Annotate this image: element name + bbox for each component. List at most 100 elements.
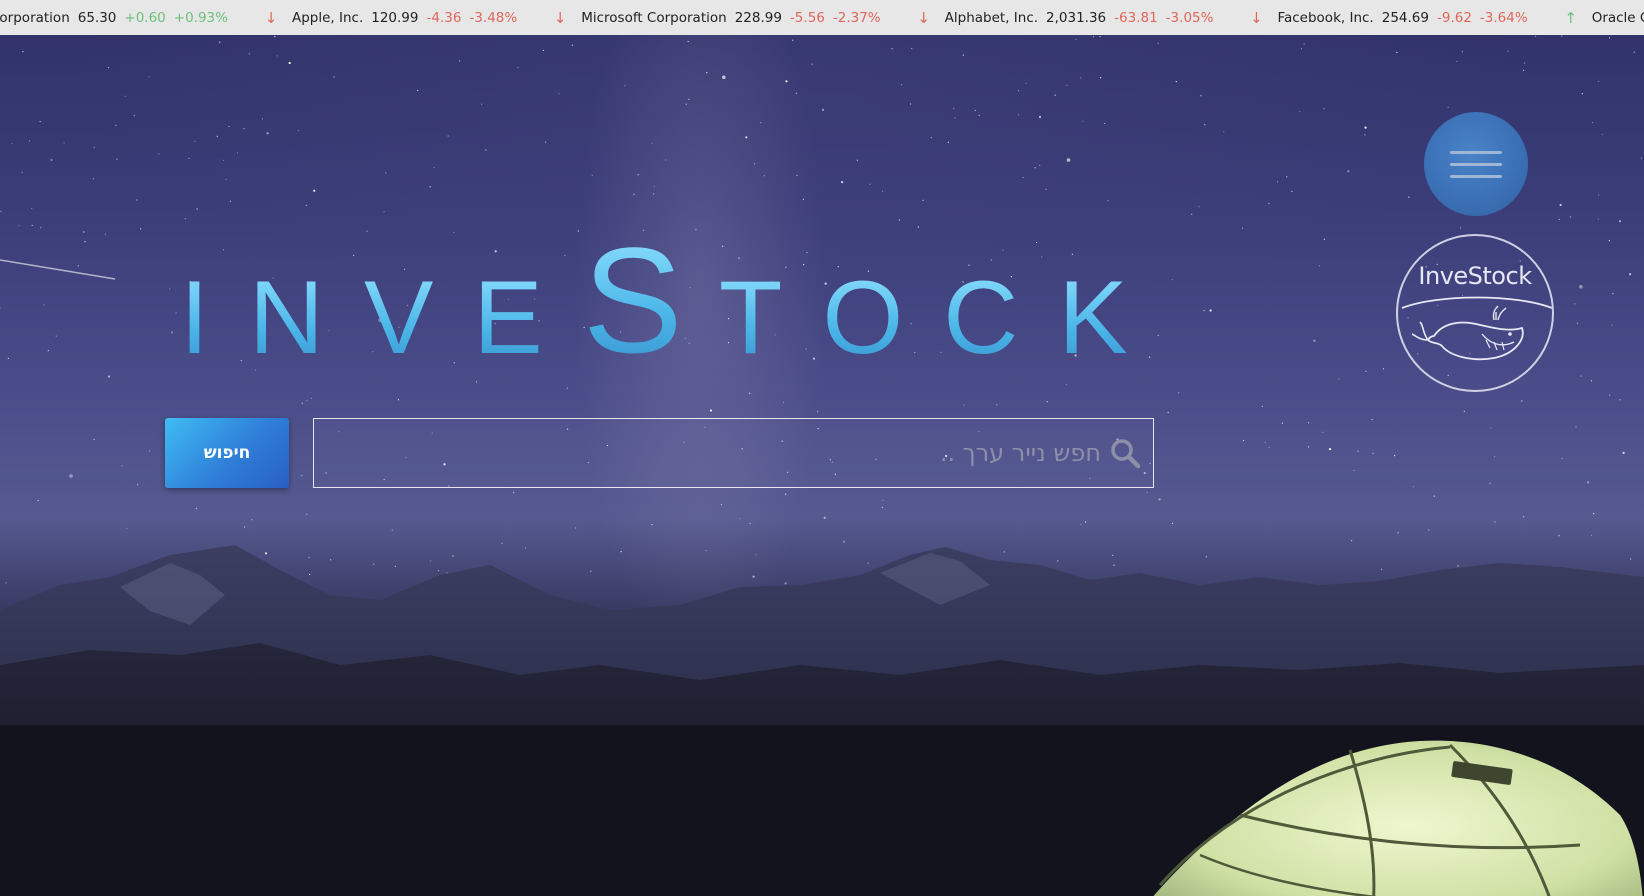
menu-bar [1450, 150, 1502, 154]
star [911, 47, 913, 50]
star [84, 241, 86, 243]
star [1461, 51, 1463, 53]
star [1200, 95, 1202, 97]
star [1629, 273, 1632, 276]
ticker-name: Microsoft Corporation [581, 9, 727, 26]
star [194, 140, 196, 142]
star [1372, 452, 1374, 454]
star [763, 175, 765, 177]
star [261, 118, 264, 120]
ticker-item[interactable]: ↓ Apple, Inc. 120.99 -4.36 -3.48% [264, 8, 518, 27]
star [1198, 206, 1200, 208]
star [1581, 93, 1583, 95]
star [1619, 399, 1621, 401]
star [1622, 451, 1625, 454]
star [236, 152, 238, 154]
star [821, 108, 825, 111]
star [1092, 36, 1095, 38]
star [1523, 69, 1525, 71]
star [333, 76, 335, 78]
star [1323, 108, 1325, 110]
ticker-item[interactable]: ↑ Oracle Corp [1564, 9, 1644, 27]
star [50, 158, 53, 162]
star [1066, 158, 1071, 162]
star [1587, 481, 1590, 484]
star [558, 93, 560, 95]
star [1025, 82, 1027, 84]
star [571, 44, 573, 46]
star [481, 103, 483, 105]
star [1318, 265, 1321, 267]
star [996, 404, 998, 406]
star [1082, 120, 1084, 122]
star [1575, 426, 1577, 428]
ticker-item[interactable]: ↓ Alphabet, Inc. 2,031.36 -63.81 -3.05% [917, 9, 1213, 27]
star [1223, 131, 1225, 133]
star [243, 128, 245, 130]
ticker-percent: +0.93% [173, 9, 228, 26]
star [1433, 495, 1435, 497]
logo-letter: K [1058, 260, 1128, 376]
star [1364, 134, 1366, 136]
star [1601, 133, 1603, 136]
investock-badge-logo[interactable]: InveStock [1396, 234, 1554, 392]
star [124, 95, 126, 97]
star [978, 114, 980, 116]
search-icon[interactable] [1109, 437, 1141, 469]
star [184, 218, 186, 220]
hamburger-menu-button[interactable] [1424, 112, 1528, 216]
ticker-price: 120.99 [371, 9, 419, 26]
star [1396, 51, 1398, 53]
page: Corporation 65.30 +0.60 +0.93% ↓ Apple, Inc. 1… [0, 0, 1644, 896]
arrow-down-icon: ↓ [264, 8, 278, 27]
star [116, 158, 118, 160]
star [1523, 62, 1525, 64]
ticker-item[interactable]: ↓ Facebook, Inc. 254.69 -9.62 -3.64% [1249, 8, 1528, 27]
star [1167, 411, 1169, 413]
star [43, 304, 45, 306]
star [92, 178, 94, 180]
star [1045, 188, 1047, 190]
star [544, 141, 547, 143]
ticker-track: Corporation 65.30 +0.60 +0.93% ↓ Apple, Inc. 1… [0, 0, 1644, 35]
star [1157, 42, 1159, 44]
star [1561, 35, 1563, 37]
ticker-name: Facebook, Inc. [1277, 9, 1374, 26]
star [223, 159, 225, 161]
star [1592, 122, 1594, 124]
star [1569, 216, 1571, 218]
star [1576, 322, 1578, 324]
star [1618, 220, 1622, 223]
search-button[interactable]: חיפוש [165, 418, 289, 488]
star [1535, 35, 1537, 37]
star [140, 228, 142, 230]
search-box[interactable] [313, 418, 1154, 488]
search-input[interactable] [314, 419, 1109, 487]
star [1558, 218, 1560, 221]
ticker-percent: -3.64% [1479, 9, 1528, 26]
star [1612, 293, 1614, 295]
logo-letter: V [364, 260, 434, 376]
logo-letter: N [248, 260, 325, 376]
tent-illustration [1153, 740, 1643, 896]
arrow-down-icon: ↓ [1250, 8, 1263, 27]
stock-ticker: Corporation 65.30 +0.60 +0.93% ↓ Apple, Inc. 1… [0, 0, 1644, 35]
star [1209, 309, 1212, 312]
ticker-item[interactable]: ↓ Microsoft Corporation 228.99 -5.56 -2.37% [553, 9, 881, 27]
star [31, 207, 33, 210]
star [1307, 446, 1309, 448]
ticker-item[interactable]: Corporation 65.30 +0.60 +0.93% [0, 10, 228, 26]
star [63, 142, 65, 144]
star [1065, 384, 1067, 386]
star [1463, 410, 1465, 412]
star [219, 41, 221, 43]
star [817, 411, 819, 413]
star [963, 404, 965, 406]
star [542, 49, 545, 51]
star [1590, 380, 1592, 382]
star [485, 149, 487, 151]
star [433, 167, 435, 169]
star [1489, 482, 1491, 484]
ticker-name: Apple, Inc. [291, 9, 364, 26]
star [1291, 190, 1293, 192]
